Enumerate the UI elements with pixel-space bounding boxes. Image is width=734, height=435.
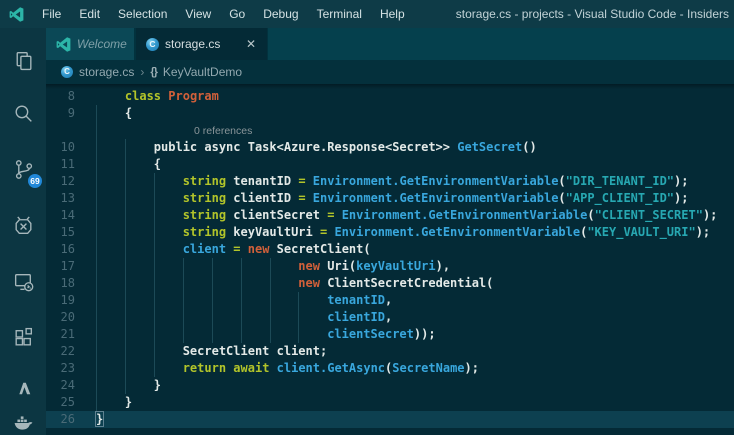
menu-edit[interactable]: Edit: [70, 0, 109, 28]
line-number: 8: [46, 88, 86, 105]
line-number: 17: [46, 258, 86, 275]
menu-terminal[interactable]: Terminal: [308, 0, 371, 28]
code-line-12: 12 string tenantID = Environment.GetEnvi…: [46, 173, 734, 190]
codelens-row: 0 references: [46, 122, 734, 139]
line-number: 16: [46, 241, 86, 258]
code-text: }: [86, 377, 161, 394]
code-line-15: 15 string keyVaultUri = Environment.GetE…: [46, 224, 734, 241]
code-text: tenantID,: [86, 292, 392, 309]
tab-storage-cs[interactable]: C storage.cs ✕: [136, 28, 268, 60]
code-text: {: [86, 156, 161, 173]
code-line-18: 18 new ClientSecretCredential(: [46, 275, 734, 292]
line-number: 20: [46, 309, 86, 326]
source-control-icon[interactable]: 69: [0, 147, 46, 191]
tab-close-icon[interactable]: ✕: [245, 37, 257, 51]
code-line-11: 11 {: [46, 156, 734, 173]
extensions-icon[interactable]: [0, 315, 46, 359]
code-text: new ClientSecretCredential(: [86, 275, 493, 292]
line-number: 12: [46, 173, 86, 190]
code-text: SecretClient client;: [86, 343, 327, 360]
explorer-icon[interactable]: [0, 38, 46, 82]
code-line-13: 13 string clientID = Environment.GetEnvi…: [46, 190, 734, 207]
editor-group: Welcome C storage.cs ✕ C storage.cs › {}…: [46, 28, 734, 435]
activity-bar: 69: [0, 28, 46, 435]
menu-selection[interactable]: Selection: [109, 0, 176, 28]
menu-help[interactable]: Help: [371, 0, 414, 28]
breadcrumb-symbol[interactable]: KeyVaultDemo: [163, 65, 242, 79]
code-lines: 8 class Program9 {0 references10 public …: [46, 88, 734, 428]
code-line-17: 17 new Uri(keyVaultUri),: [46, 258, 734, 275]
line-number: 11: [46, 156, 86, 173]
search-icon[interactable]: [0, 91, 46, 135]
menu-file[interactable]: File: [33, 0, 70, 28]
breadcrumb-file[interactable]: storage.cs: [79, 65, 134, 79]
menu-view[interactable]: View: [176, 0, 220, 28]
code-line-8: 8 class Program: [46, 88, 734, 105]
code-text: public async Task<Azure.Response<Secret>…: [86, 139, 537, 156]
remote-explorer-icon[interactable]: [0, 259, 46, 303]
line-number: 18: [46, 275, 86, 292]
code-line-26: 26}: [46, 411, 734, 428]
title-bar: File Edit Selection View Go Debug Termin…: [0, 0, 734, 28]
symbol-namespace-icon: {}: [150, 66, 157, 78]
tab-storage-cs-label: storage.cs: [165, 37, 220, 51]
line-number: 26: [46, 411, 86, 428]
line-number: 22: [46, 343, 86, 360]
code-line-14: 14 string clientSecret = Environment.Get…: [46, 207, 734, 224]
line-number: 9: [46, 105, 86, 122]
line-number: 10: [46, 139, 86, 156]
tab-welcome-label: Welcome: [77, 37, 127, 51]
line-number: 14: [46, 207, 86, 224]
line-number: 13: [46, 190, 86, 207]
scm-badge: 69: [28, 174, 42, 188]
vscode-insiders-logo-icon: [56, 37, 71, 52]
code-text: return await client.GetAsync(SecretName)…: [86, 360, 479, 377]
code-text: }: [86, 394, 132, 411]
line-number: 21: [46, 326, 86, 343]
csharp-file-icon: C: [146, 38, 159, 51]
code-line-16: 16 client = new SecretClient(: [46, 241, 734, 258]
csharp-file-icon: C: [61, 66, 73, 78]
code-text: string clientID = Environment.GetEnviron…: [86, 190, 688, 207]
code-line-10: 10 public async Task<Azure.Response<Secr…: [46, 139, 734, 156]
breadcrumb: C storage.cs › {} KeyVaultDemo: [46, 60, 734, 84]
line-number: 23: [46, 360, 86, 377]
code-text: }: [86, 411, 103, 428]
debug-icon[interactable]: [0, 203, 46, 247]
code-line-23: 23 return await client.GetAsync(SecretNa…: [46, 360, 734, 377]
code-text: client = new SecretClient(: [86, 241, 371, 258]
code-line-19: 19 tenantID,: [46, 292, 734, 309]
line-number: [46, 122, 86, 139]
menu-bar: File Edit Selection View Go Debug Termin…: [33, 0, 414, 28]
docker-icon[interactable]: [0, 400, 46, 435]
code-text: clientSecret));: [86, 326, 436, 343]
code-line-24: 24 }: [46, 377, 734, 394]
tab-welcome[interactable]: Welcome: [46, 28, 136, 60]
code-editor[interactable]: 8 class Program9 {0 references10 public …: [46, 84, 734, 435]
code-text: new Uri(keyVaultUri),: [86, 258, 450, 275]
window-title: storage.cs - projects - Visual Studio Co…: [456, 7, 734, 21]
line-number: 24: [46, 377, 86, 394]
menu-debug[interactable]: Debug: [254, 0, 307, 28]
code-text: {: [86, 105, 132, 122]
breadcrumb-separator: ›: [140, 65, 144, 79]
code-text: class Program: [86, 88, 219, 105]
codelens-label: 0 references: [86, 122, 252, 139]
line-number: 15: [46, 224, 86, 241]
code-text: string keyVaultUri = Environment.GetEnvi…: [86, 224, 710, 241]
code-line-21: 21 clientSecret));: [46, 326, 734, 343]
line-number: 19: [46, 292, 86, 309]
line-number: 25: [46, 394, 86, 411]
code-line-22: 22 SecretClient client;: [46, 343, 734, 360]
menu-go[interactable]: Go: [220, 0, 254, 28]
code-line-9: 9 {: [46, 105, 734, 122]
code-text: clientID,: [86, 309, 392, 326]
code-text: string clientSecret = Environment.GetEnv…: [86, 207, 717, 224]
code-line-25: 25 }: [46, 394, 734, 411]
code-text: string tenantID = Environment.GetEnviron…: [86, 173, 688, 190]
tab-bar: Welcome C storage.cs ✕: [46, 28, 734, 60]
vscode-insiders-logo-icon: [9, 7, 24, 22]
code-line-20: 20 clientID,: [46, 309, 734, 326]
